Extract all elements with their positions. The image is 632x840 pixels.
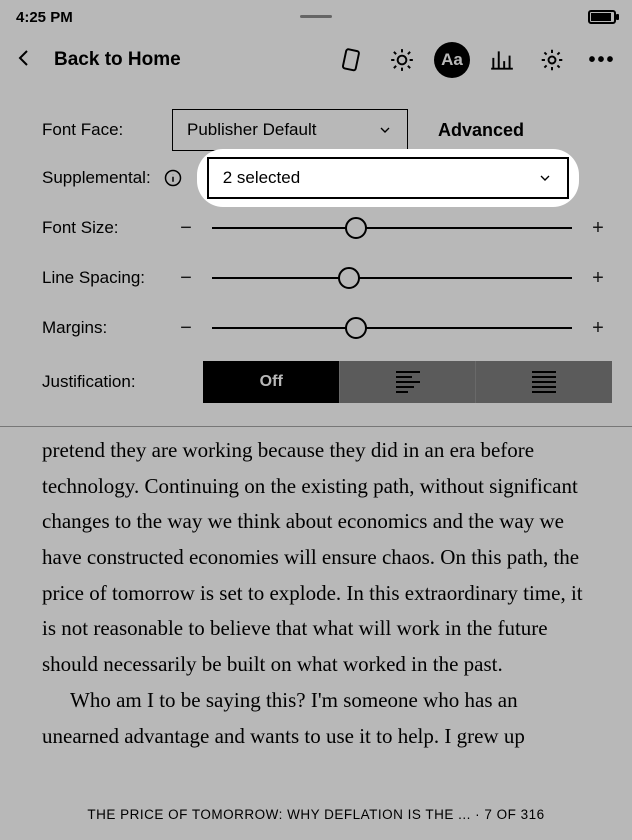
brightness-icon[interactable] bbox=[384, 42, 420, 78]
justification-segmented: Off bbox=[203, 361, 612, 403]
font-settings-panel: Font Face: Publisher Default Advanced Su… bbox=[0, 86, 632, 427]
justification-off-button[interactable]: Off bbox=[203, 361, 339, 403]
line-spacing-slider[interactable] bbox=[212, 266, 572, 290]
line-spacing-minus-button[interactable]: − bbox=[172, 268, 200, 288]
clock: 4:25 PM bbox=[16, 9, 73, 26]
supplemental-value: 2 selected bbox=[223, 168, 301, 188]
line-spacing-plus-button[interactable]: + bbox=[584, 268, 612, 288]
align-justify-icon bbox=[532, 371, 556, 393]
font-size-plus-button[interactable]: + bbox=[584, 218, 612, 238]
stats-icon[interactable] bbox=[484, 42, 520, 78]
align-left-icon bbox=[396, 371, 420, 393]
status-bar: 4:25 PM bbox=[0, 0, 632, 34]
justification-full-button[interactable] bbox=[475, 361, 612, 403]
battery-icon bbox=[588, 10, 616, 24]
margins-plus-button[interactable]: + bbox=[584, 318, 612, 338]
justification-label: Justification: bbox=[42, 372, 160, 392]
margins-row: Margins: − + bbox=[42, 304, 612, 352]
font-face-value: Publisher Default bbox=[187, 120, 316, 140]
font-size-minus-button[interactable]: − bbox=[172, 218, 200, 238]
gear-icon[interactable] bbox=[534, 42, 570, 78]
font-face-row: Font Face: Publisher Default Advanced bbox=[42, 106, 612, 154]
justification-left-button[interactable] bbox=[339, 361, 476, 403]
rotate-icon[interactable] bbox=[334, 42, 370, 78]
drag-handle[interactable] bbox=[300, 15, 332, 18]
more-icon[interactable]: ••• bbox=[584, 42, 620, 78]
book-title-fragment: THE PRICE OF TOMORROW: WHY DEFLATION IS … bbox=[87, 807, 471, 822]
margins-minus-button[interactable]: − bbox=[172, 318, 200, 338]
advanced-link[interactable]: Advanced bbox=[438, 120, 524, 141]
font-size-label: Font Size: bbox=[42, 218, 160, 238]
font-settings-icon[interactable]: Aa bbox=[434, 42, 470, 78]
footer-pagination: THE PRICE OF TOMORROW: WHY DEFLATION IS … bbox=[0, 807, 632, 822]
font-face-label: Font Face: bbox=[42, 120, 160, 140]
paragraph: pretend they are working because they di… bbox=[42, 433, 590, 683]
margins-label: Margins: bbox=[42, 318, 160, 338]
top-toolbar: Back to Home Aa ••• bbox=[0, 34, 632, 86]
supplemental-select[interactable]: 2 selected bbox=[207, 157, 569, 199]
chevron-down-icon bbox=[537, 170, 553, 186]
reading-content: pretend they are working because they di… bbox=[0, 427, 632, 754]
back-to-home-label[interactable]: Back to Home bbox=[54, 49, 181, 71]
chevron-down-icon bbox=[377, 122, 393, 138]
font-face-select[interactable]: Publisher Default bbox=[172, 109, 408, 151]
font-size-slider[interactable] bbox=[212, 216, 572, 240]
line-spacing-label: Line Spacing: bbox=[42, 268, 160, 288]
back-arrow-icon[interactable] bbox=[12, 46, 36, 75]
font-size-row: Font Size: − + bbox=[42, 204, 612, 252]
supplemental-label: Supplemental: bbox=[42, 168, 151, 188]
justification-row: Justification: Off bbox=[42, 358, 612, 406]
margins-slider[interactable] bbox=[212, 316, 572, 340]
info-icon[interactable] bbox=[163, 168, 183, 188]
supplemental-row: Supplemental: 2 selected bbox=[42, 154, 612, 202]
paragraph: Who am I to be saying this? I'm someone … bbox=[42, 683, 590, 754]
page-location: 7 OF 316 bbox=[484, 807, 544, 822]
line-spacing-row: Line Spacing: − + bbox=[42, 254, 612, 302]
